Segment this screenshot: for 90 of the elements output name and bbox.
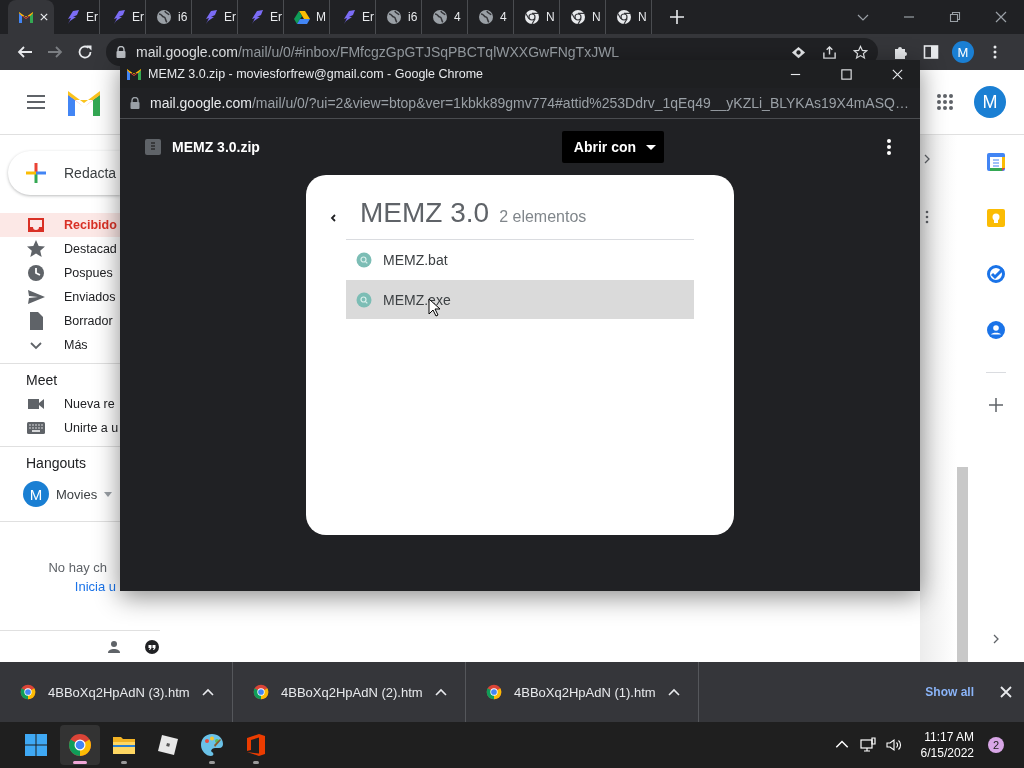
close-icon[interactable] (994, 10, 1008, 24)
restore-icon[interactable] (948, 10, 962, 24)
taskbar-app[interactable] (60, 725, 100, 765)
nav-item[interactable]: Recibido (0, 213, 120, 237)
globe-icon (432, 9, 448, 25)
lock-icon (130, 97, 140, 109)
magnifier-badge-icon (356, 291, 372, 308)
mail-icon (18, 9, 34, 25)
section-heading: Meet (25, 372, 59, 390)
speaker-icon[interactable] (885, 737, 902, 753)
archive-file-icon (144, 138, 162, 156)
globe-icon (156, 9, 172, 25)
send-icon (26, 287, 46, 307)
drive-icon (294, 9, 310, 25)
office-icon (244, 733, 268, 757)
plus-icon (24, 161, 48, 185)
meet-item[interactable]: Unirte a u (0, 416, 120, 440)
profile-avatar[interactable]: M (952, 41, 974, 63)
chrome-icon (616, 9, 632, 25)
plus-icon[interactable] (988, 397, 1004, 413)
nav-item[interactable]: Borrador (0, 309, 120, 333)
chrome-icon (524, 9, 540, 25)
chrome-icon (20, 684, 36, 700)
chevron-up-icon[interactable] (435, 688, 447, 696)
clock-date: 6/15/2022 (920, 745, 974, 761)
eye-icon[interactable] (791, 44, 806, 60)
file-name: MEMZ 3.0.zip (172, 139, 260, 155)
calendar-icon[interactable] (986, 152, 1006, 172)
nav-item[interactable]: Más (0, 333, 120, 357)
network-icon[interactable] (859, 737, 876, 753)
quote-bubble-icon[interactable] (144, 638, 160, 655)
mail-logo-icon (66, 88, 102, 116)
tasks-check-icon[interactable] (986, 264, 1006, 284)
windows-start-icon (24, 733, 48, 757)
chevron-up-icon[interactable] (202, 688, 214, 696)
clock-icon (26, 263, 46, 283)
open-with-button[interactable]: Abrir con (561, 131, 665, 163)
share-icon[interactable] (822, 44, 837, 60)
chrome-icon (253, 684, 269, 700)
star-icon (26, 239, 46, 259)
person-icon[interactable] (106, 638, 122, 655)
chevron-right-icon[interactable] (991, 634, 1001, 644)
start-link[interactable]: Inicia u (74, 579, 120, 594)
lock-icon (116, 46, 126, 58)
forward-arrow-icon[interactable] (47, 44, 63, 60)
back-arrow-icon[interactable] (17, 44, 33, 60)
star-icon[interactable] (853, 44, 868, 60)
back-chevron-icon[interactable] (330, 214, 336, 222)
folder-title: MEMZ 3.0 (360, 197, 490, 229)
window-title: MEMZ 3.0.zip - moviesforfrew@gmail.com - Google Chrome (148, 67, 483, 81)
new-tab-icon[interactable] (670, 10, 684, 24)
globe-icon (478, 9, 494, 25)
magnifier-badge-icon (356, 251, 372, 268)
chrome-icon (570, 9, 586, 25)
compose-button[interactable]: Redacta (8, 151, 120, 195)
clock-time: 11:17 AM (924, 729, 974, 745)
notification-badge[interactable]: 2 (988, 737, 1004, 753)
chrome-icon (486, 684, 502, 700)
mail-icon (126, 66, 142, 82)
scrollbar-thumb[interactable] (957, 467, 968, 662)
item-count: 2 elementos (499, 208, 587, 226)
caret-icon[interactable] (104, 491, 113, 497)
chrome-icon (68, 733, 92, 757)
reload-icon[interactable] (77, 44, 93, 60)
maximize-icon[interactable] (840, 67, 853, 81)
nav-item[interactable]: Enviados (0, 285, 120, 309)
globe-icon (386, 9, 402, 25)
chevron-up-icon[interactable] (668, 688, 680, 696)
contacts-icon[interactable] (986, 320, 1006, 340)
account-avatar[interactable]: M (974, 86, 1006, 118)
user-name[interactable]: Movies (56, 486, 98, 502)
browser-tab[interactable] (8, 0, 54, 34)
empty-message: No hay ch (48, 560, 108, 575)
caret-icon (646, 144, 657, 150)
user-avatar: M (23, 481, 49, 507)
url-text: mail.google.com/mail/u/0/?ui=2&view=btop&ver=1kbkk89gmv774#attid%253Ddrv_1qEq49__yKZLi_BLYKAs19X4mASQ… (150, 95, 909, 111)
file-row[interactable]: MEMZ.exe (346, 280, 694, 320)
section-heading: Hangouts (25, 455, 87, 473)
apps-grid-icon[interactable] (936, 93, 954, 111)
palette-icon (200, 733, 224, 757)
puzzle-icon[interactable] (893, 44, 909, 60)
side-panel-icon[interactable] (923, 44, 939, 60)
nav-item[interactable]: Destacad (0, 237, 120, 261)
meet-item[interactable]: Nueva re (0, 392, 120, 416)
chevron-right-icon[interactable] (922, 154, 932, 164)
nav-item[interactable]: Pospues (0, 261, 120, 285)
url-text: mail.google.com/mail/u/0/#inbox/FMfcgzGpGTJSqPBCTqlWXXGwFNgTxJWL (136, 44, 620, 60)
show-all-link[interactable]: Show all (925, 685, 974, 699)
inbox-icon (26, 215, 46, 235)
more-icon[interactable] (886, 138, 892, 156)
